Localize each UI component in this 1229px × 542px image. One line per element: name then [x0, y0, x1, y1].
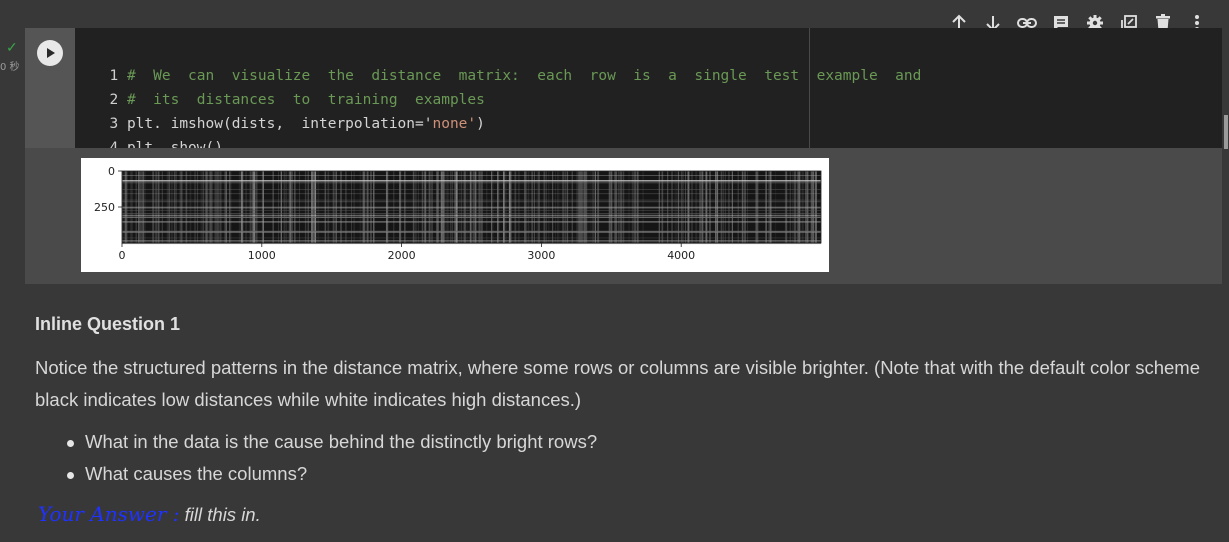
heatmap-row-streak: [122, 230, 821, 233]
heatmap-row-streak: [122, 215, 821, 216]
heatmap-row-streak: [122, 213, 821, 215]
heatmap-row-streak: [122, 240, 821, 242]
code-line-3: 3 plt. imshow(dists, interpolation='none…: [92, 88, 484, 132]
heatmap-row-streak: [122, 216, 821, 218]
heatmap-row-streak: [122, 193, 821, 195]
y-tick-label: 250: [94, 201, 115, 214]
answer-row: Your Answer : fill this in.: [38, 500, 261, 529]
heatmap-row-streak: [122, 181, 821, 183]
execution-time: 0 秒: [0, 62, 20, 73]
question-heading: Inline Question 1: [35, 314, 181, 334]
heatmap-row-streak: [122, 201, 821, 203]
heatmap-row-streak: [122, 182, 821, 184]
question-paragraph: Notice the structured patterns in the di…: [35, 357, 1201, 410]
y-tick-label: 0: [108, 165, 115, 178]
list-item-text: What causes the columns?: [85, 463, 308, 484]
x-tick-label: 1000: [248, 249, 276, 262]
x-tick-label: 4000: [667, 249, 695, 262]
bullet-icon: [67, 440, 74, 447]
code-line-2: 2 # its distances to training examples: [92, 64, 484, 108]
list-item: What causes the columns?: [35, 458, 597, 490]
code-line-1: 1 # We can visualize the distance matrix…: [92, 40, 921, 84]
x-tick-label: 2000: [388, 249, 416, 262]
play-icon: [47, 48, 55, 58]
list-item: What in the data is the cause behind the…: [35, 426, 597, 458]
scrollbar-thumb[interactable]: [1224, 115, 1228, 149]
x-tick-label: 0: [119, 249, 126, 262]
execution-success-icon: ✓: [6, 39, 18, 55]
heatmap-row-streak: [122, 210, 821, 211]
heatmap-row-streak: [122, 221, 821, 223]
heatmap-row-streak: [122, 175, 821, 176]
code-line-4: 4 plt. show(): [92, 112, 223, 156]
bullet-icon: [67, 472, 74, 479]
answer-placeholder: fill this in.: [184, 504, 261, 525]
question-list: What in the data is the cause behind the…: [35, 426, 597, 490]
heatmap-row-streak: [122, 189, 821, 190]
heatmap-row-streak: [122, 237, 821, 239]
list-item-text: What in the data is the cause behind the…: [85, 431, 598, 452]
run-cell-button[interactable]: [37, 40, 63, 66]
code-text: ): [476, 116, 485, 132]
distance-matrix-plot: 0 1000 2000 3000 4000 0 250: [94, 165, 822, 262]
answer-label: Your Answer :: [38, 502, 180, 526]
heatmap-row-streak: [122, 206, 821, 209]
x-tick-label: 3000: [527, 249, 555, 262]
code-string: none': [432, 116, 477, 132]
heatmap-row-streak: [122, 199, 821, 201]
heatmap-row-streak: [122, 180, 821, 182]
